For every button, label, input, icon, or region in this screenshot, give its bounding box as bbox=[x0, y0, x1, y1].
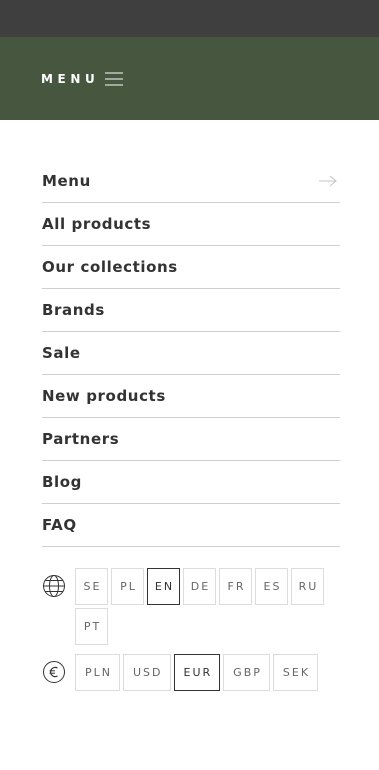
nav-item-our-collections[interactable]: Our collections bbox=[42, 246, 340, 289]
top-bar bbox=[0, 0, 379, 37]
currency-option-pln[interactable]: PLN bbox=[75, 654, 120, 691]
language-option-ru[interactable]: RU bbox=[291, 568, 324, 605]
nav-item-label: New products bbox=[42, 387, 166, 405]
currency-option-usd[interactable]: USD bbox=[123, 654, 171, 691]
language-option-pl[interactable]: PL bbox=[111, 568, 144, 605]
language-option-fr[interactable]: FR bbox=[219, 568, 252, 605]
euro-icon bbox=[43, 661, 65, 683]
language-options: SE PL EN DE FR ES RU PT bbox=[75, 568, 340, 648]
currency-option-gbp[interactable]: GBP bbox=[223, 654, 270, 691]
nav-item-partners[interactable]: Partners bbox=[42, 418, 340, 461]
menu-toggle-button[interactable]: MENU bbox=[41, 71, 124, 87]
language-option-de[interactable]: DE bbox=[183, 568, 216, 605]
nav-item-label: Our collections bbox=[42, 258, 178, 276]
nav-item-label: Sale bbox=[42, 344, 81, 362]
language-option-es[interactable]: ES bbox=[255, 568, 288, 605]
nav-item-all-products[interactable]: All products bbox=[42, 203, 340, 246]
nav-item-label: FAQ bbox=[42, 516, 77, 534]
nav-item-sale[interactable]: Sale bbox=[42, 332, 340, 375]
language-option-pt[interactable]: PT bbox=[75, 608, 108, 645]
currency-picker: PLN USD EUR GBP SEK bbox=[42, 654, 340, 694]
nav-item-faq[interactable]: FAQ bbox=[42, 504, 340, 547]
language-option-en[interactable]: EN bbox=[147, 568, 180, 605]
main-nav: Menu All products Our collections Brands… bbox=[42, 160, 340, 547]
hamburger-icon bbox=[105, 72, 124, 86]
currency-option-eur[interactable]: EUR bbox=[173, 654, 221, 691]
arrow-right-icon bbox=[319, 175, 337, 187]
globe-icon bbox=[43, 575, 65, 597]
nav-item-new-products[interactable]: New products bbox=[42, 375, 340, 418]
nav-item-blog[interactable]: Blog bbox=[42, 461, 340, 504]
nav-item-menu[interactable]: Menu bbox=[42, 160, 340, 203]
nav-item-label: Menu bbox=[42, 172, 91, 190]
nav-item-brands[interactable]: Brands bbox=[42, 289, 340, 332]
nav-item-label: Partners bbox=[42, 430, 120, 448]
nav-item-label: All products bbox=[42, 215, 152, 233]
menu-toggle-label: MENU bbox=[41, 72, 100, 86]
header: MENU bbox=[0, 37, 379, 120]
language-option-se[interactable]: SE bbox=[75, 568, 108, 605]
currency-option-sek[interactable]: SEK bbox=[272, 654, 319, 691]
language-picker: SE PL EN DE FR ES RU PT bbox=[42, 568, 340, 648]
nav-item-label: Brands bbox=[42, 301, 105, 319]
currency-options: PLN USD EUR GBP SEK bbox=[75, 654, 340, 694]
nav-item-label: Blog bbox=[42, 473, 83, 491]
